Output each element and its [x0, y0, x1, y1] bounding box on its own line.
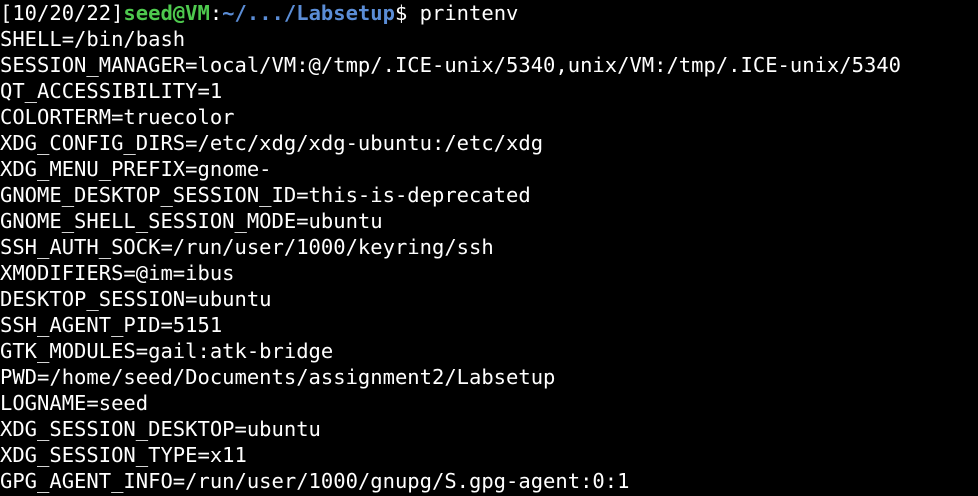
- output-line: SSH_AUTH_SOCK=/run/user/1000/keyring/ssh: [0, 235, 494, 259]
- prompt-line: [10/20/22]seed@VM:~/.../Labsetup$ printe…: [0, 0, 978, 26]
- output-line: GTK_MODULES=gail:atk-bridge: [0, 339, 334, 363]
- output-line: XDG_CONFIG_DIRS=/etc/xdg/xdg-ubuntu:/etc…: [0, 131, 544, 155]
- output-line: XDG_SESSION_DESKTOP=ubuntu: [0, 417, 321, 441]
- output-line: DESKTOP_SESSION=ubuntu: [0, 287, 272, 311]
- output-line: XDG_SESSION_TYPE=x11: [0, 443, 247, 467]
- output-line: SSH_AGENT_PID=5151: [0, 313, 223, 337]
- output-line: LOGNAME=seed: [0, 391, 149, 415]
- output-line: SHELL=/bin/bash: [0, 27, 186, 51]
- prompt-path: ~/.../Labsetup: [222, 1, 395, 25]
- prompt-date: [10/20/22]: [0, 1, 124, 25]
- output-line: GPG_AGENT_INFO=/run/user/1000/gnupg/S.gp…: [0, 469, 630, 493]
- prompt-dollar: $: [394, 1, 420, 25]
- prompt-command: printenv: [419, 1, 519, 25]
- prompt-colon: :: [209, 1, 223, 25]
- output-line: PWD=/home/seed/Documents/assignment2/Lab…: [0, 365, 556, 389]
- output-line: XMODIFIERS=@im=ibus: [0, 261, 235, 285]
- prompt-user-host: seed@VM: [123, 1, 210, 25]
- output-line: SESSION_MANAGER=local/VM:@/tmp/.ICE-unix…: [0, 53, 901, 77]
- output-line: XDG_MENU_PREFIX=gnome-: [0, 157, 272, 181]
- output-line: GNOME_DESKTOP_SESSION_ID=this-is-depreca…: [0, 183, 531, 207]
- output-line: GNOME_SHELL_SESSION_MODE=ubuntu: [0, 209, 383, 233]
- output-line: COLORTERM=truecolor: [0, 105, 235, 129]
- output-line: QT_ACCESSIBILITY=1: [0, 79, 223, 103]
- terminal-window[interactable]: [10/20/22]seed@VM:~/.../Labsetup$ printe…: [0, 0, 978, 496]
